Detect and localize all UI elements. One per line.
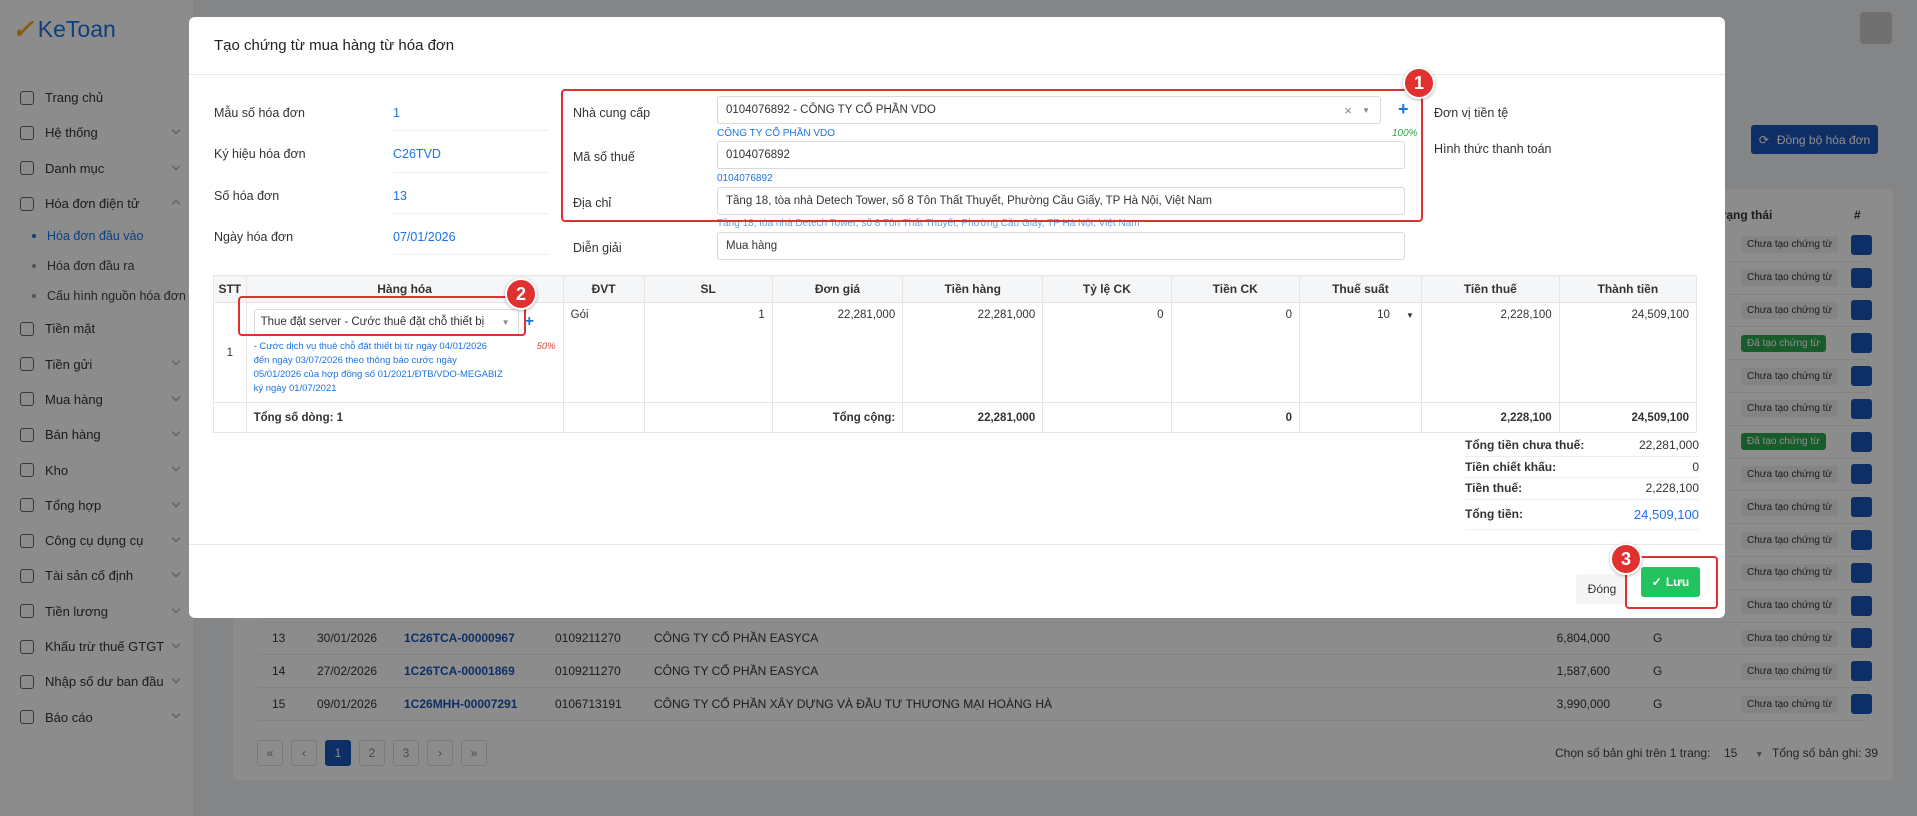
subtotal-value: 22,281,000 [1638,438,1699,453]
divider [393,254,548,255]
col-unit: ĐVT [562,275,645,303]
table-summary-row: Tổng số dòng: 1 Tổng cộng: 22,281,000 0 … [213,402,1698,433]
annotation-marker-3: 3 [1610,543,1642,575]
col-vat-rate: Thuế suất [1298,275,1422,303]
col-discount-rate: Tỷ lệ CK [1042,275,1172,303]
invoice-symbol-label: Ký hiệu hóa đơn [214,147,306,161]
totals-row: Tiền thuế: 2,228,100 [1465,478,1699,500]
discount-label: Tiền chiết khấu: [1465,459,1557,474]
annotation-box-1 [561,89,1423,222]
caret-down-icon[interactable]: ▼ [1406,311,1414,320]
summary-vat: 2,228,100 [1420,402,1560,433]
subtotal-label: Tổng tiền chưa thuế: [1465,438,1585,453]
grand-total-value: 24,509,100 [1633,506,1699,522]
cell-vat-rate[interactable]: 10 ▼ [1298,302,1422,403]
summary-empty [562,402,645,433]
close-button-label: Đóng [1587,582,1617,596]
qty-value: 1 [758,309,765,321]
summary-empty [213,402,247,433]
col-total: Thành tiền [1558,275,1698,303]
description-field[interactable]: Mua hàng [717,232,1405,260]
invoice-number-label: Số hóa đơn [214,189,280,203]
summary-empty [643,402,773,433]
grand-total-row: Tổng tiền: 24,509,100 [1465,500,1699,530]
col-qty: SL [643,275,773,303]
vat-label: Tiền thuế: [1465,481,1523,496]
unit-value: Gói [570,309,589,321]
summary-empty [1298,402,1422,433]
divider [189,544,1725,545]
col-discount-amount: Tiền CK [1170,275,1300,303]
summary-row-count: Tổng số dòng: 1 [245,402,564,433]
vat-amount-value: 2,228,100 [1500,309,1552,321]
invoice-form-value: 1 [393,106,400,120]
currency-label: Đơn vị tiền tệ [1434,106,1509,120]
invoice-form-label: Mẫu số hóa đơn [214,106,305,120]
grand-total-label: Tổng tiền: [1465,507,1523,521]
summary-amount: 22,281,000 [902,402,1044,433]
col-amount: Tiền hàng [902,275,1044,303]
discount-rate-value: 0 [1157,309,1164,321]
vat-value: 2,228,100 [1645,481,1699,496]
amount-value: 22,281,000 [977,309,1036,321]
close-button[interactable]: Đóng [1576,574,1628,604]
invoice-number-value: 13 [393,189,407,203]
col-price: Đơn giá [771,275,904,303]
divider [393,172,548,173]
summary-empty [1042,402,1172,433]
summary-total-label: Tổng cộng: [771,402,904,433]
totals-row: Tổng tiền chưa thuế: 22,281,000 [1465,435,1699,457]
discount-value: 0 [1692,459,1699,474]
cell-price[interactable]: 22,281,000 [771,302,904,403]
totals-row: Tiền chiết khấu: 0 [1465,457,1699,478]
discount-amount-value: 0 [1285,309,1292,321]
summary-total: 24,509,100 [1558,402,1698,433]
invoice-date-value: 07/01/2026 [393,230,456,244]
cell-vat-amount[interactable]: 2,228,100 [1420,302,1560,403]
total-value: 24,509,100 [1631,309,1689,321]
item-description: - Cước dịch vụ thuê chỗ đặt thiết bị từ … [253,341,503,394]
price-value: 22,281,000 [837,309,896,321]
annotation-marker-1: 1 [1403,67,1435,99]
cell-amount[interactable]: 22,281,000 [902,302,1044,403]
annotation-box-2 [238,296,526,336]
cell-discount-rate[interactable]: 0 [1042,302,1172,403]
payment-method-label: Hình thức thanh toán [1434,142,1552,156]
cell-qty[interactable]: 1 [643,302,773,403]
invoice-date-label: Ngày hóa đơn [214,230,294,244]
item-match-percent: 50% [536,341,556,352]
description-value: Mua hàng [726,240,778,252]
modal-title: Tạo chứng từ mua hàng từ hóa đơn [214,37,455,54]
annotation-marker-2: 2 [505,278,537,310]
col-vat-amount: Tiền thuế [1420,275,1560,303]
cell-total[interactable]: 24,509,100 [1558,302,1698,403]
description-label: Diễn giải [573,241,622,255]
divider [393,130,548,131]
divider [189,74,1725,75]
invoice-symbol-value: C26TVD [393,147,441,161]
vat-rate-value: 10 [1377,309,1390,321]
divider [393,213,548,214]
totals-panel: Tổng tiền chưa thuế: 22,281,000 Tiền chiế… [1465,435,1699,530]
summary-discount: 0 [1170,402,1300,433]
cell-unit[interactable]: Gói [562,302,645,403]
cell-discount-amount[interactable]: 0 [1170,302,1300,403]
